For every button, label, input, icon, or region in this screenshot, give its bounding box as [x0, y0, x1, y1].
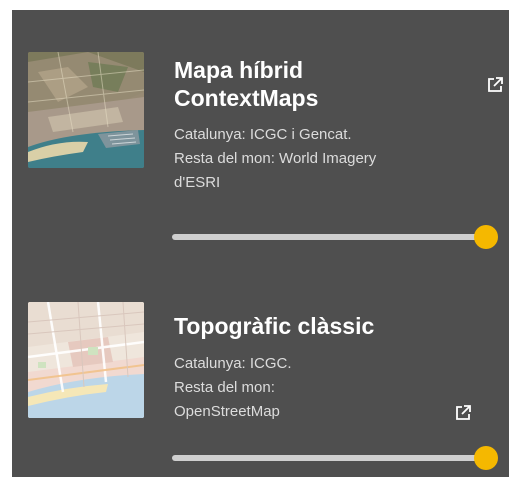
satellite-thumbnail-image [28, 52, 144, 168]
layer-title-line-2: ContextMaps [174, 85, 319, 111]
layer-description-line-2: Resta del mon: World Imagery [174, 150, 377, 167]
external-link-icon[interactable] [486, 76, 504, 94]
layer-description-line-2: Resta del mon: [174, 379, 275, 396]
layer-opacity-slider[interactable] [172, 222, 498, 252]
topographic-thumbnail-image [28, 302, 144, 418]
layer-description-line-3: d'ESRI [174, 174, 221, 191]
satellite-hybrid-map-thumbnail[interactable] [28, 52, 144, 168]
topographic-map-thumbnail[interactable] [28, 302, 144, 418]
basemap-layers-panel: Mapa híbrid ContextMaps Catalunya: ICGC … [12, 10, 509, 477]
slider-handle[interactable] [474, 225, 498, 249]
layer-description: Catalunya: ICGC i Gencat. Resta del mon:… [174, 123, 444, 195]
layer-opacity-slider[interactable] [172, 443, 498, 473]
layer-card-hybrid: Mapa híbrid ContextMaps Catalunya: ICGC … [12, 10, 509, 280]
slider-track[interactable] [172, 455, 486, 461]
layer-description-line-1: Catalunya: ICGC. [174, 355, 292, 372]
layer-title: Mapa híbrid ContextMaps [174, 56, 464, 112]
slider-handle[interactable] [474, 446, 498, 470]
layer-title: Topogràfic clàssic [174, 312, 464, 340]
layer-description: Catalunya: ICGC. Resta del mon: OpenStre… [174, 352, 444, 424]
external-link-icon[interactable] [454, 404, 472, 422]
layer-title-line-1: Topogràfic clàssic [174, 313, 375, 339]
layer-title-line-1: Mapa híbrid [174, 57, 304, 83]
layer-card-topographic: Topogràfic clàssic Catalunya: ICGC. Rest… [12, 280, 509, 477]
layer-description-line-3: OpenStreetMap [174, 403, 280, 420]
slider-track[interactable] [172, 234, 486, 240]
layer-description-line-1: Catalunya: ICGC i Gencat. [174, 126, 352, 143]
